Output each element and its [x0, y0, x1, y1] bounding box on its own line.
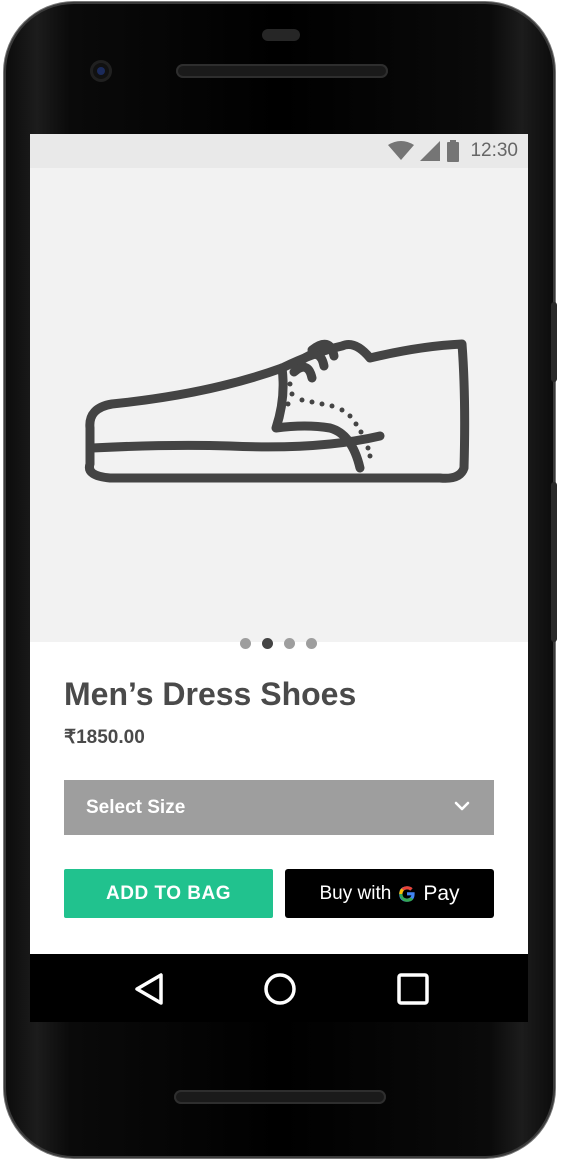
volume-button: [551, 482, 557, 642]
status-icons: 12:30: [388, 139, 518, 163]
battery-icon: [447, 140, 460, 162]
carousel-dot-active[interactable]: [262, 638, 273, 649]
carousel-indicators: [30, 638, 528, 652]
top-speaker: [176, 64, 388, 78]
bottom-speaker: [174, 1090, 386, 1104]
add-to-bag-button[interactable]: ADD TO BAG: [64, 869, 273, 918]
signal-icon: [420, 141, 441, 161]
status-time: 12:30: [470, 140, 518, 161]
product-title: Men’s Dress Shoes: [64, 676, 357, 712]
recents-icon[interactable]: [395, 971, 431, 1007]
size-select-label: Select Size: [86, 797, 186, 818]
carousel-dot[interactable]: [306, 638, 317, 649]
product-image-carousel[interactable]: [30, 168, 528, 649]
shoe-illustration: [84, 339, 470, 483]
status-bar: 12:30: [30, 134, 528, 168]
home-icon[interactable]: [262, 971, 298, 1007]
google-pay-button[interactable]: Buy with Pay: [285, 869, 494, 918]
carousel-dot[interactable]: [240, 638, 251, 649]
wifi-icon: [388, 141, 415, 160]
add-to-bag-label: ADD TO BAG: [106, 882, 231, 904]
android-nav-bar: [30, 954, 528, 1022]
earpiece: [262, 29, 300, 41]
google-g-icon: [399, 885, 415, 902]
gpay-prefix-label: Buy with: [319, 882, 392, 904]
power-button: [551, 302, 557, 382]
back-icon[interactable]: [132, 971, 168, 1007]
carousel-dot[interactable]: [284, 638, 295, 649]
front-camera-icon: [90, 60, 112, 82]
size-select-dropdown[interactable]: Select Size: [64, 780, 494, 835]
product-price: ₹1850.00: [64, 727, 145, 748]
app-screen: 12:30 Men’s Dress Shoes ₹1850.00 Select …: [30, 134, 528, 1022]
gpay-suffix-label: Pay: [423, 881, 460, 905]
chevron-down-icon: [454, 801, 470, 811]
